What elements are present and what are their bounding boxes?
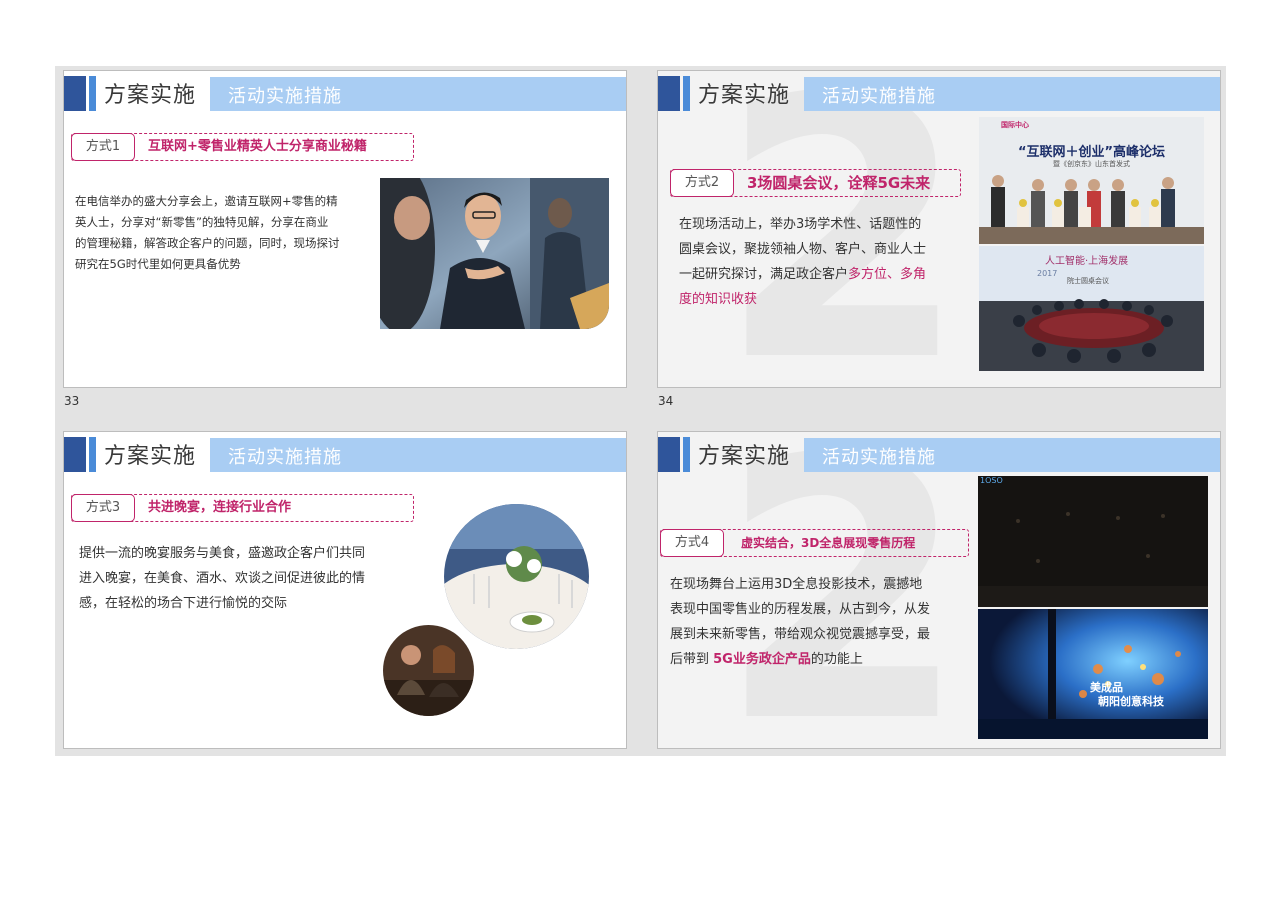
header-block-dark <box>658 76 680 111</box>
screen-year: 2017 <box>1037 269 1058 278</box>
header-block-mid <box>683 437 690 472</box>
description-highlight: 5G业务政企产品 <box>713 652 811 667</box>
projection-show-photo: 美成品 朝阳创意科技 <box>978 609 1208 739</box>
slide-title: 方案实施 <box>698 444 791 469</box>
description-line: 在现场舞台上运用3D全息投影技术，震撼地 <box>670 577 923 592</box>
header-block-mid <box>89 76 96 111</box>
method-tag: 方式1 互联网+零售业精英人士分享商业秘籍 <box>71 133 414 161</box>
screen-title: 人工智能·上海发展 <box>1045 256 1129 267</box>
method-tag: 方式4 虚实结合，3D全息展现零售历程 <box>660 529 969 557</box>
slide-36: 2 方案实施 活动实施措施 方式4 虚实结合，3D全息展现零售历程 在现场舞台上… <box>657 431 1221 749</box>
description-text: 后带到 <box>670 652 714 667</box>
description-line: 研究在5G时代里如何更具备优势 <box>75 257 241 271</box>
header-block-dark <box>658 437 680 472</box>
roundtable-photo: 2017 人工智能·上海发展 院士圆桌会议 <box>979 246 1204 371</box>
method-tag-text: 共进晚宴，连接行业合作 <box>148 500 292 515</box>
method-description: 提供一流的晚宴服务与美食，盛邀政企客户们共同 进入晚宴，在美食、酒水、欢谈之间促… <box>79 541 399 616</box>
page-number: 33 <box>64 394 80 408</box>
method-tag: 方式2 3场圆桌会议，诠释5G未来 <box>670 169 961 197</box>
header-block-dark <box>64 76 86 111</box>
guests-dining-illustration <box>383 625 474 716</box>
method-tag-text: 互联网+零售业精英人士分享商业秘籍 <box>148 139 367 154</box>
description-line: 英人士，分享对“新零售”的独特见解，分享在商业 <box>75 215 329 229</box>
banquet-table-photo <box>444 504 589 649</box>
slide-subtitle-band: 活动实施措施 <box>804 438 1220 472</box>
method-tag-text: 虚实结合，3D全息展现零售历程 <box>741 536 916 550</box>
business-meeting-illustration <box>380 178 609 329</box>
description-line: 感，在轻松的场合下进行愉悦的交际 <box>79 596 288 611</box>
method-tag-label: 方式2 <box>670 169 734 197</box>
hall-corner-mark: 1OSO <box>980 476 1003 485</box>
forum-stage-photo: 国际中心 “互联网＋创业”高峰论坛 暨《创京东》山东首发式 <box>979 117 1204 244</box>
method-tag-label: 方式4 <box>660 529 724 557</box>
description-line: 在电信举办的盛大分享会上，邀请互联网+零售的精 <box>75 194 338 208</box>
method-description: 在现场活动上，举办3场学术性、话题性的 圆桌会议，聚拢领袖人物、客户、商业人士 … <box>679 212 969 312</box>
description-line: 表现中国零售业的历程发展，从古到今，从发 <box>670 602 931 617</box>
slide-subtitle: 活动实施措施 <box>228 447 342 468</box>
dark-hall-photo: 1OSO <box>978 476 1208 607</box>
slide-title: 方案实施 <box>104 444 197 469</box>
description-line: 一起研究探讨，满足政企客户多方位、多角 <box>679 262 969 287</box>
method-tag-label: 方式1 <box>71 133 135 161</box>
description-line: 的管理秘籍，解答政企客户的问题，同时，现场探讨 <box>75 236 340 250</box>
projection-show-illustration <box>978 609 1208 739</box>
slide-title: 方案实施 <box>698 83 791 108</box>
slide-subtitle-band: 活动实施措施 <box>210 77 626 111</box>
slide-34: 2 方案实施 活动实施措施 方式2 3场圆桌会议，诠释5G未来 在现场活动上，举… <box>657 70 1221 388</box>
header-block-dark <box>64 437 86 472</box>
page-number: 34 <box>658 394 674 408</box>
header-block-mid <box>683 76 690 111</box>
slide-subtitle-band: 活动实施措施 <box>210 438 626 472</box>
business-meeting-photo <box>380 178 609 329</box>
description-highlight: 多方位、多角 <box>848 267 927 282</box>
method-tag-text: 3场圆桌会议，诠释5G未来 <box>747 174 931 192</box>
dark-hall-illustration <box>978 476 1208 607</box>
slide-subtitle: 活动实施措施 <box>228 86 342 107</box>
description-line: 圆桌会议，聚拢领袖人物、客户、商业人士 <box>679 242 927 257</box>
screen-subtitle: 院士圆桌会议 <box>1067 277 1109 285</box>
slide-33: 方案实施 活动实施措施 方式1 互联网+零售业精英人士分享商业秘籍 在电信举办的… <box>63 70 627 388</box>
description-line: 后带到 5G业务政企产品的功能上 <box>670 647 970 672</box>
description-line: 提供一流的晚宴服务与美食，盛邀政企客户们共同 <box>79 546 366 561</box>
description-highlight: 度的知识收获 <box>679 292 758 307</box>
description-line: 在现场活动上，举办3场学术性、话题性的 <box>679 217 922 232</box>
banquet-table-illustration <box>444 504 589 649</box>
projection-text-2: 朝阳创意科技 <box>1098 695 1164 708</box>
method-tag: 方式3 共进晚宴，连接行业合作 <box>71 494 414 522</box>
slide-35: 方案实施 活动实施措施 方式3 共进晚宴，连接行业合作 提供一流的晚宴服务与美食… <box>63 431 627 749</box>
header-block-mid <box>89 437 96 472</box>
description-text: 一起研究探讨，满足政企客户 <box>679 267 849 282</box>
slide-subtitle-band: 活动实施措施 <box>804 77 1220 111</box>
guests-dining-photo <box>383 625 474 716</box>
slide-sheet: 方案实施 活动实施措施 方式1 互联网+零售业精英人士分享商业秘籍 在电信举办的… <box>55 66 1226 756</box>
forum-panel-illustration <box>979 175 1204 244</box>
description-text: 的功能上 <box>810 652 863 667</box>
method-description: 在电信举办的盛大分享会上，邀请互联网+零售的精 英人士，分享对“新零售”的独特见… <box>75 191 365 275</box>
description-line: 展到未来新零售，带给观众视觉震撼享受，最 <box>670 627 931 642</box>
method-tag-label: 方式3 <box>71 494 135 522</box>
slide-subtitle: 活动实施措施 <box>822 86 936 107</box>
slide-title: 方案实施 <box>104 83 197 108</box>
description-line: 进入晚宴，在美食、酒水、欢谈之间促进彼此的情 <box>79 571 366 586</box>
method-description: 在现场舞台上运用3D全息投影技术，震撼地 表现中国零售业的历程发展，从古到今，从… <box>670 572 970 672</box>
slide-subtitle: 活动实施措施 <box>822 447 936 468</box>
